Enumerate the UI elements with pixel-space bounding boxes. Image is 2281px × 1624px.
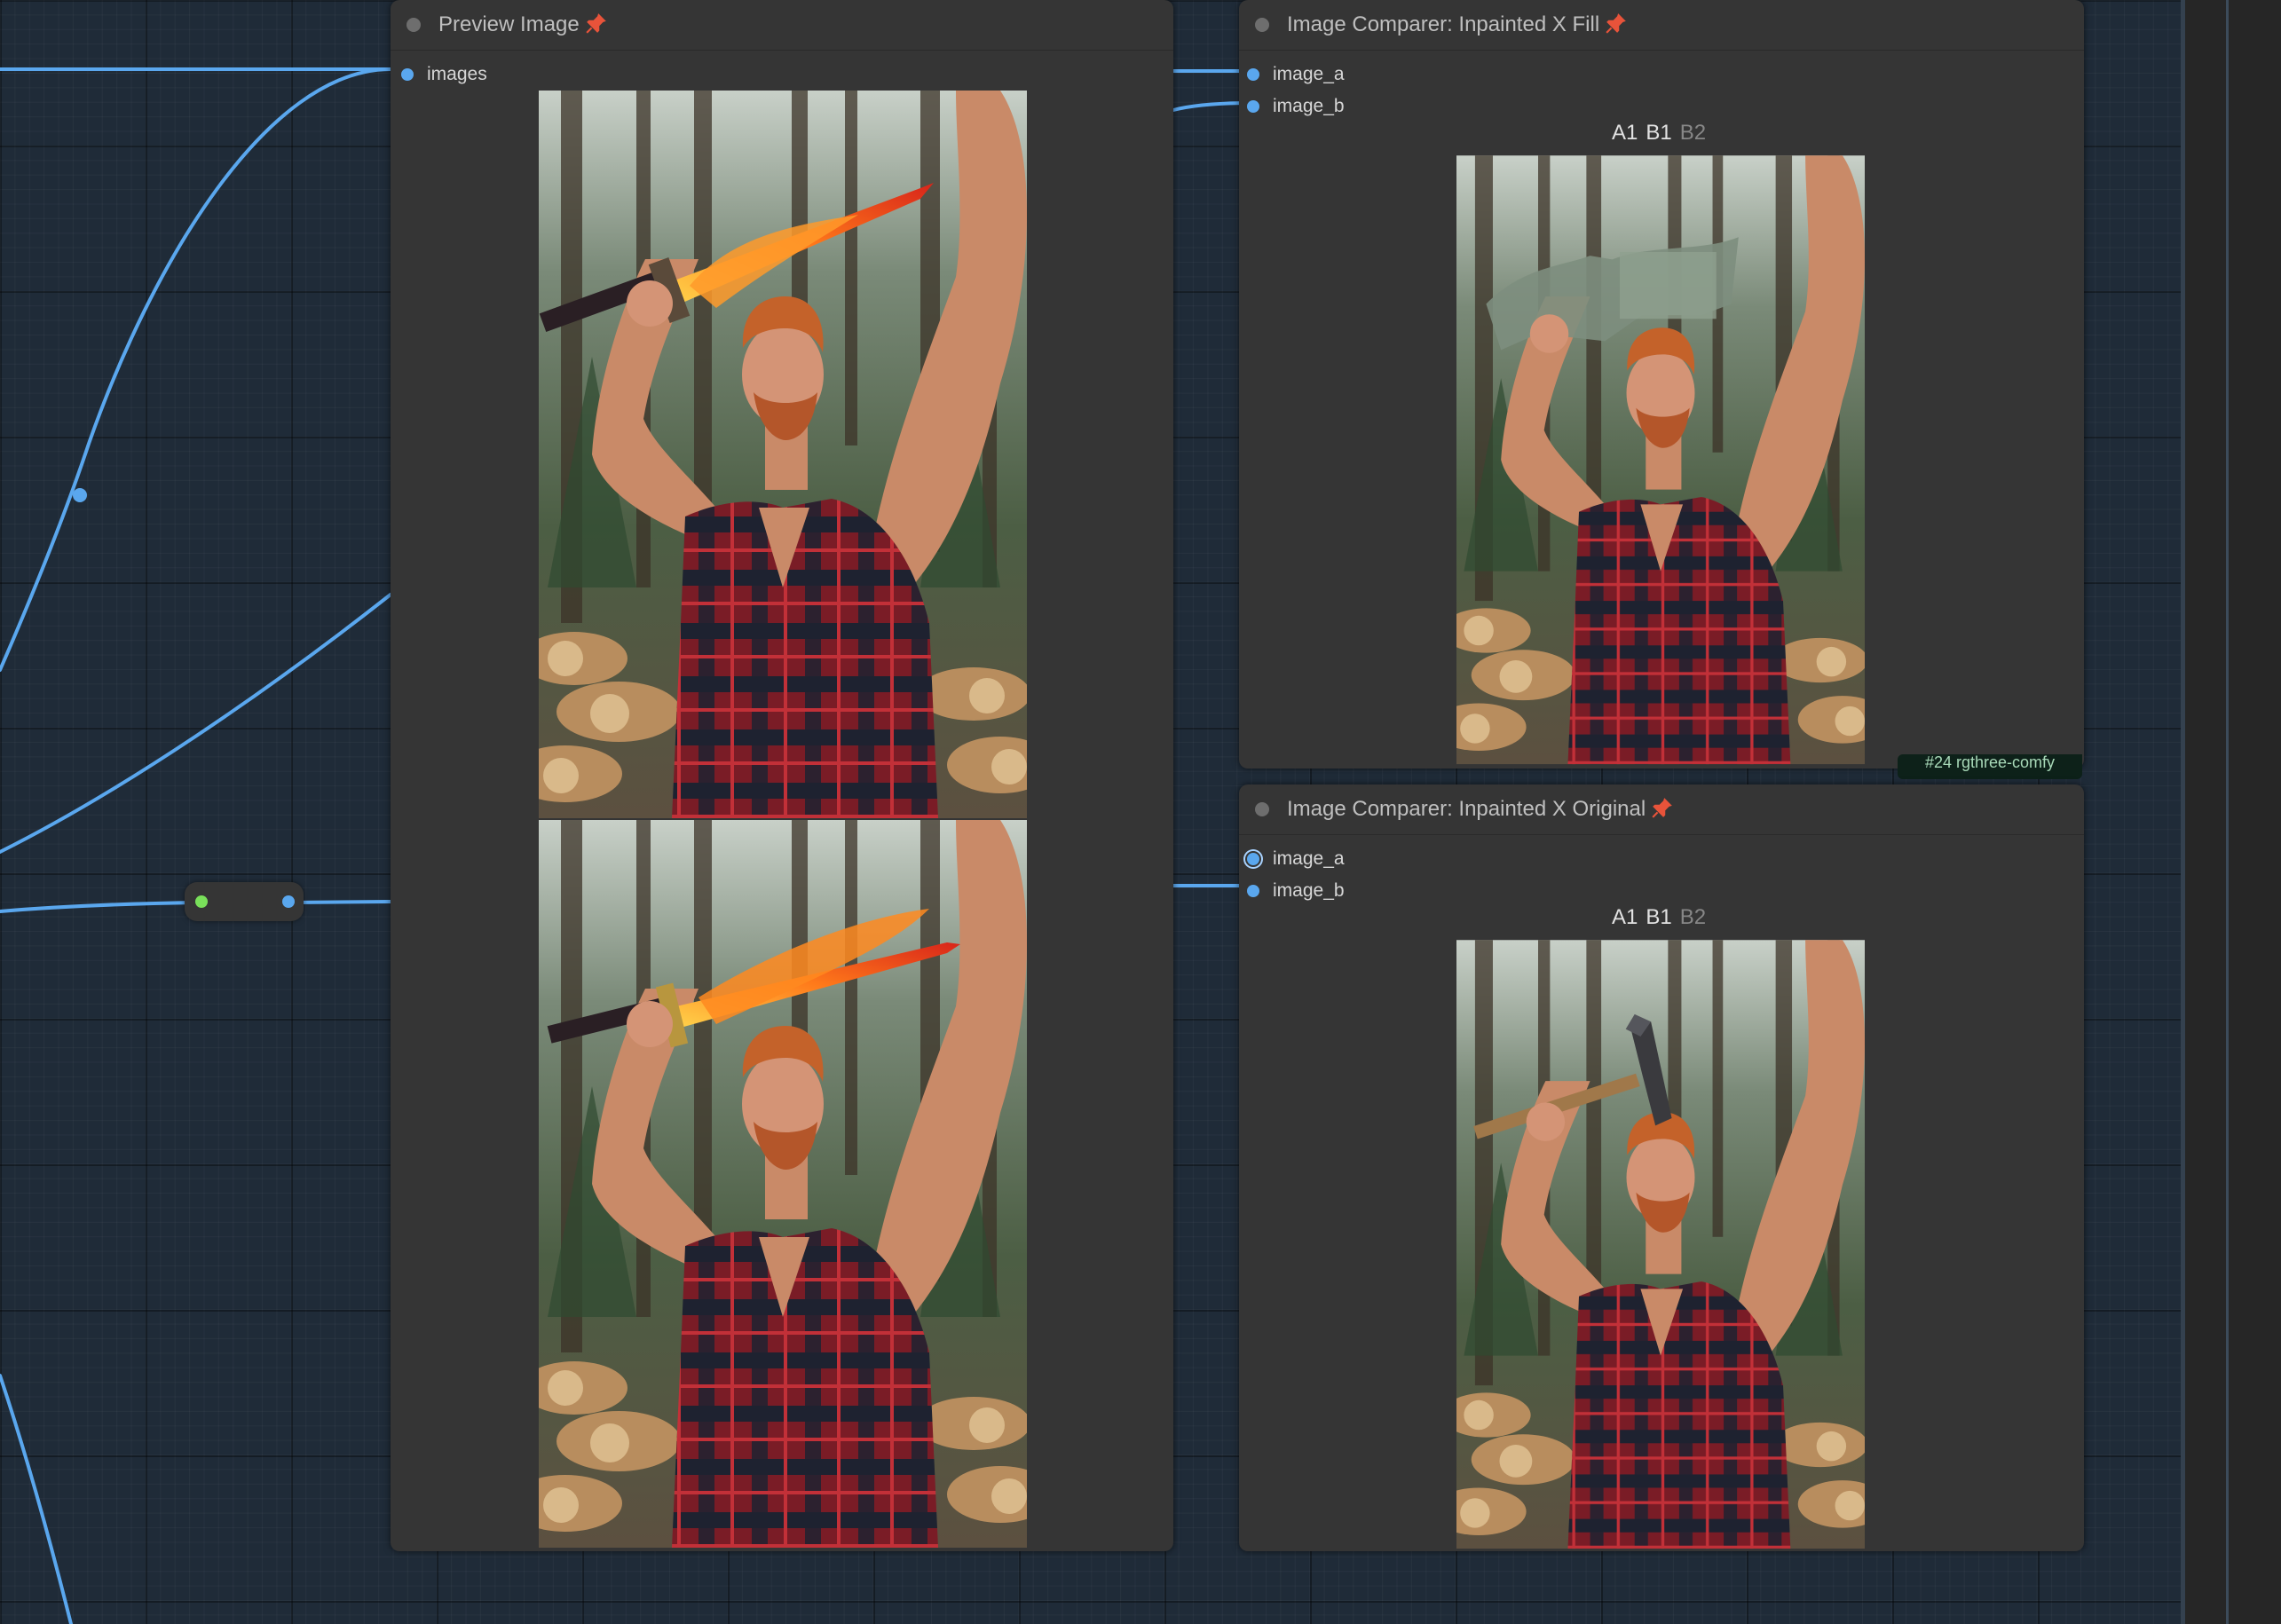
input-dot[interactable] [1247, 853, 1259, 865]
select-a1[interactable]: A1 [1612, 905, 1638, 929]
node-id-tag: #24 rgthree-comfy [1898, 754, 2082, 779]
node-title: Preview Image [438, 12, 580, 36]
input-dot[interactable] [401, 68, 414, 81]
slot-label: image_a [1273, 64, 1345, 84]
node-title: Image Comparer: Inpainted X Original [1287, 797, 1646, 821]
image-comparer-original-node[interactable]: Image Comparer: Inpainted X Original ima… [1239, 784, 2084, 1551]
select-b1[interactable]: B1 [1646, 905, 1671, 929]
comparer-image-original[interactable] [1456, 939, 1865, 1551]
image-comparer-fill-node[interactable]: Image Comparer: Inpainted X Fill image_a… [1239, 0, 2084, 769]
image-b-input-slot[interactable]: image_b [1247, 96, 1345, 117]
slot-label: image_b [1273, 96, 1345, 116]
slot-label: image_b [1273, 880, 1345, 901]
wire-curve-upper [0, 67, 392, 672]
wire-reroute-point [73, 488, 87, 502]
select-b2[interactable]: B2 [1680, 905, 1706, 929]
collapse-dot-icon[interactable] [1255, 18, 1269, 32]
image-a-input-slot[interactable]: image_a [1247, 848, 1345, 870]
node-header[interactable]: Image Comparer: Inpainted X Fill [1239, 0, 2084, 51]
input-dot[interactable] [1247, 68, 1259, 81]
pin-icon[interactable] [585, 12, 608, 39]
node-header[interactable]: Image Comparer: Inpainted X Original [1239, 784, 2084, 835]
reroute-input-dot[interactable] [195, 895, 208, 908]
comparer-image-fill[interactable] [1456, 154, 1865, 767]
wire-reroute-to-preview [288, 900, 392, 904]
collapse-dot-icon[interactable] [1255, 802, 1269, 816]
input-dot[interactable] [1247, 885, 1259, 897]
preview-image-node[interactable]: Preview Image images [391, 0, 1173, 1551]
slot-label: image_a [1273, 848, 1345, 869]
pin-icon[interactable] [1605, 12, 1628, 39]
image-a-input-slot[interactable]: image_a [1247, 64, 1345, 85]
node-header[interactable]: Preview Image [391, 0, 1173, 51]
wire-curve-middle [0, 593, 392, 854]
reroute-node[interactable] [185, 882, 304, 921]
panel-divider [2226, 0, 2229, 1624]
images-input-slot[interactable]: images [401, 64, 487, 85]
reroute-output-dot[interactable] [282, 895, 295, 908]
slot-label: images [427, 64, 487, 84]
input-dot[interactable] [1247, 100, 1259, 113]
select-a1[interactable]: A1 [1612, 121, 1638, 145]
collapse-dot-icon[interactable] [406, 18, 421, 32]
node-title: Image Comparer: Inpainted X Fill [1287, 12, 1600, 36]
select-b2[interactable]: B2 [1680, 121, 1706, 145]
comparer-selector[interactable]: A1 B1 B2 [1612, 121, 1714, 146]
side-panel [2185, 0, 2281, 1624]
comparer-selector[interactable]: A1 B1 B2 [1612, 905, 1714, 930]
pin-icon[interactable] [1651, 796, 1674, 824]
wire-curve-lower [0, 1374, 73, 1624]
preview-image-1[interactable] [539, 91, 1027, 820]
image-b-input-slot[interactable]: image_b [1247, 880, 1345, 902]
wire-left-to-reroute [0, 901, 199, 913]
preview-image-2[interactable] [539, 820, 1027, 1549]
select-b1[interactable]: B1 [1646, 121, 1671, 145]
